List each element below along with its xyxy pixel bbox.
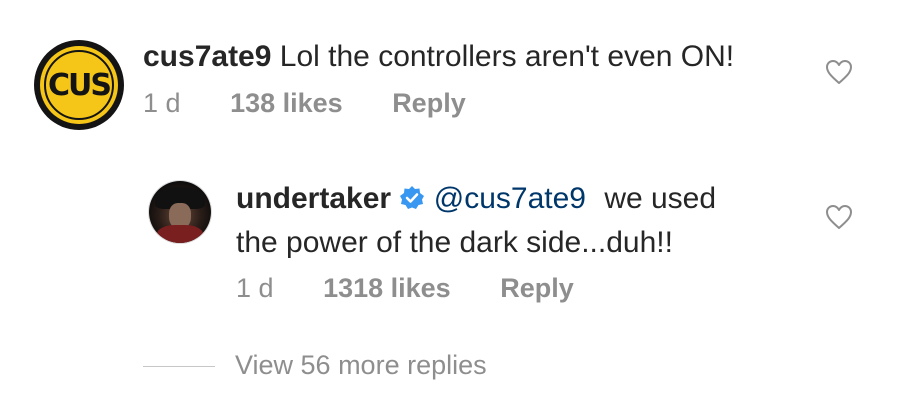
comment-body: cus7ate9 Lol the controllers aren't even… bbox=[143, 35, 734, 79]
reply-meta: 1 d 1318 likes Reply bbox=[236, 273, 574, 304]
reply-text-line1: we used bbox=[604, 182, 717, 215]
comment-reply-button[interactable]: Reply bbox=[392, 88, 466, 118]
view-more-divider bbox=[143, 366, 215, 367]
comment-meta: 1 d 138 likes Reply bbox=[143, 88, 466, 119]
verified-badge-icon bbox=[400, 186, 425, 209]
comment-username[interactable]: cus7ate9 bbox=[143, 40, 271, 73]
comment-likes[interactable]: 138 likes bbox=[230, 88, 343, 118]
avatar-cus7ate9[interactable]: CUS bbox=[34, 40, 124, 130]
avatar-logo-text: CUS bbox=[44, 50, 114, 120]
comment-text: Lol the controllers aren't even ON! bbox=[279, 40, 735, 73]
reply-username[interactable]: undertaker bbox=[236, 182, 391, 215]
avatar-undertaker[interactable] bbox=[149, 181, 211, 243]
reply-line-1: undertaker @cus7ate9 we used bbox=[236, 177, 816, 221]
comment-time: 1 d bbox=[143, 88, 181, 118]
heart-outline-icon[interactable] bbox=[825, 204, 853, 230]
reply-reply-button[interactable]: Reply bbox=[500, 273, 574, 303]
reply-body: undertaker @cus7ate9 we used the power o… bbox=[236, 177, 816, 265]
reply-time: 1 d bbox=[236, 273, 274, 303]
view-more-replies-button[interactable]: View 56 more replies bbox=[235, 350, 487, 381]
reply-text-line2: the power of the dark side...duh!! bbox=[236, 226, 673, 259]
reply-mention[interactable]: @cus7ate9 bbox=[434, 182, 586, 215]
heart-outline-icon[interactable] bbox=[825, 59, 853, 85]
reply-likes[interactable]: 1318 likes bbox=[323, 273, 451, 303]
body-shape bbox=[157, 225, 203, 243]
